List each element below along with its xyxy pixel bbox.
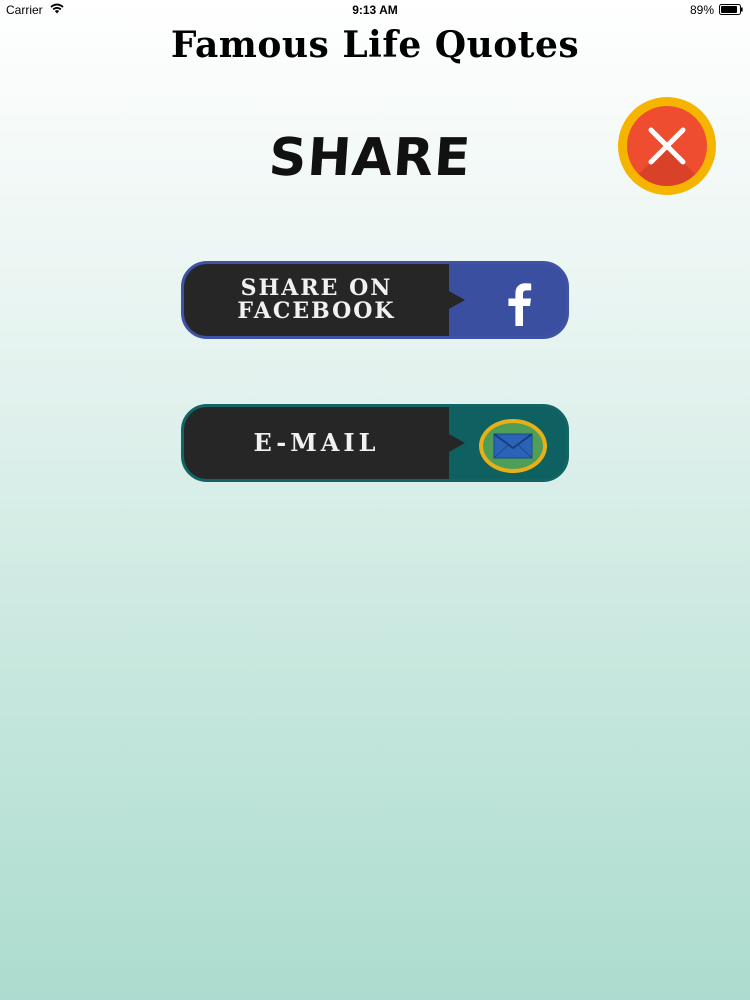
share-email-button[interactable]: E-MAIL bbox=[181, 404, 569, 482]
email-label-pointer bbox=[449, 434, 465, 452]
email-button-label: E-MAIL bbox=[253, 428, 380, 458]
facebook-icon bbox=[508, 283, 532, 326]
app-title: Famous Life Quotes bbox=[170, 24, 580, 66]
facebook-label-pointer bbox=[449, 291, 465, 309]
battery-icon bbox=[719, 4, 743, 15]
close-icon bbox=[648, 127, 686, 165]
battery-percentage: 89% bbox=[689, 3, 714, 17]
mail-icon bbox=[493, 433, 533, 459]
mail-badge bbox=[479, 419, 547, 473]
clock: 9:13 AM bbox=[352, 3, 398, 17]
close-button[interactable] bbox=[618, 97, 716, 195]
facebook-button-label: SHARE ON FACEBOOK bbox=[237, 274, 396, 324]
share-facebook-button[interactable]: SHARE ON FACEBOOK bbox=[181, 261, 569, 339]
status-bar: Carrier 9:13 AM 89% bbox=[0, 0, 750, 20]
close-button-face bbox=[627, 106, 707, 186]
